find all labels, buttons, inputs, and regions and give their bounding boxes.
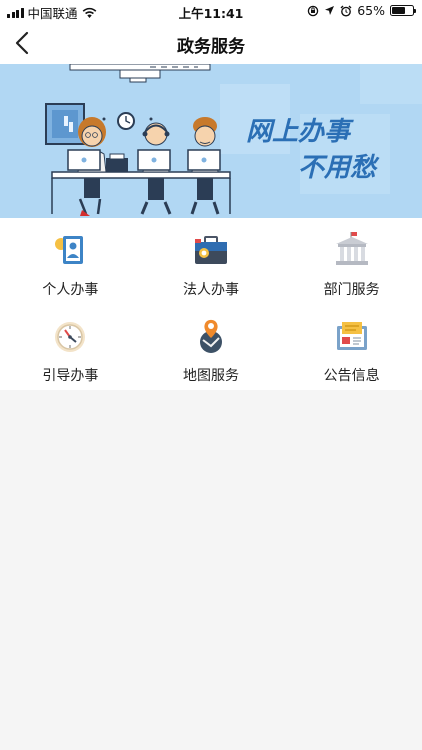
banner[interactable]: 网上办事 不用愁	[0, 64, 422, 218]
status-bar: 中国联通 上午11:41 65%	[0, 0, 422, 22]
briefcase-icon	[194, 236, 227, 264]
location-icon	[325, 6, 335, 15]
service-item-guide[interactable]: 引导办事	[0, 304, 141, 390]
banner-subline: 不用愁	[298, 153, 380, 183]
battery-level	[392, 7, 405, 14]
battery-icon	[390, 5, 416, 16]
service-item-personal[interactable]: 个人办事	[0, 218, 141, 304]
service-label: 法人办事	[182, 282, 239, 298]
banner-illustration: 网上办事 不用愁	[0, 64, 422, 218]
status-right: 65%	[307, 3, 416, 18]
service-label: 个人办事	[42, 282, 99, 298]
banner-headline: 网上办事	[246, 117, 354, 147]
government-building-icon	[335, 232, 368, 265]
map-pin-icon	[199, 319, 222, 353]
alarm-icon	[340, 5, 352, 16]
service-item-notice[interactable]: 公告信息	[281, 304, 422, 390]
service-label: 部门服务	[323, 282, 380, 298]
page-title: 政务服务	[177, 37, 245, 57]
service-item-map[interactable]: 地图服务	[141, 304, 282, 390]
orientation-lock-icon	[307, 5, 319, 16]
notice-board-icon	[336, 322, 367, 350]
service-item-department[interactable]: 部门服务	[281, 218, 422, 304]
battery-percent: 65%	[357, 3, 385, 18]
service-grid: 个人办事 法人办事 部门服务 引导办事 地图服务 公告信息	[0, 218, 422, 390]
service-label: 公告信息	[323, 368, 380, 384]
content-empty-area	[0, 390, 422, 750]
personal-id-card-icon	[55, 236, 84, 264]
nav-bar: 政务服务	[0, 22, 422, 64]
compass-icon	[55, 322, 86, 352]
service-label: 引导办事	[42, 368, 99, 384]
service-item-legal[interactable]: 法人办事	[141, 218, 282, 304]
service-label: 地图服务	[182, 368, 239, 384]
